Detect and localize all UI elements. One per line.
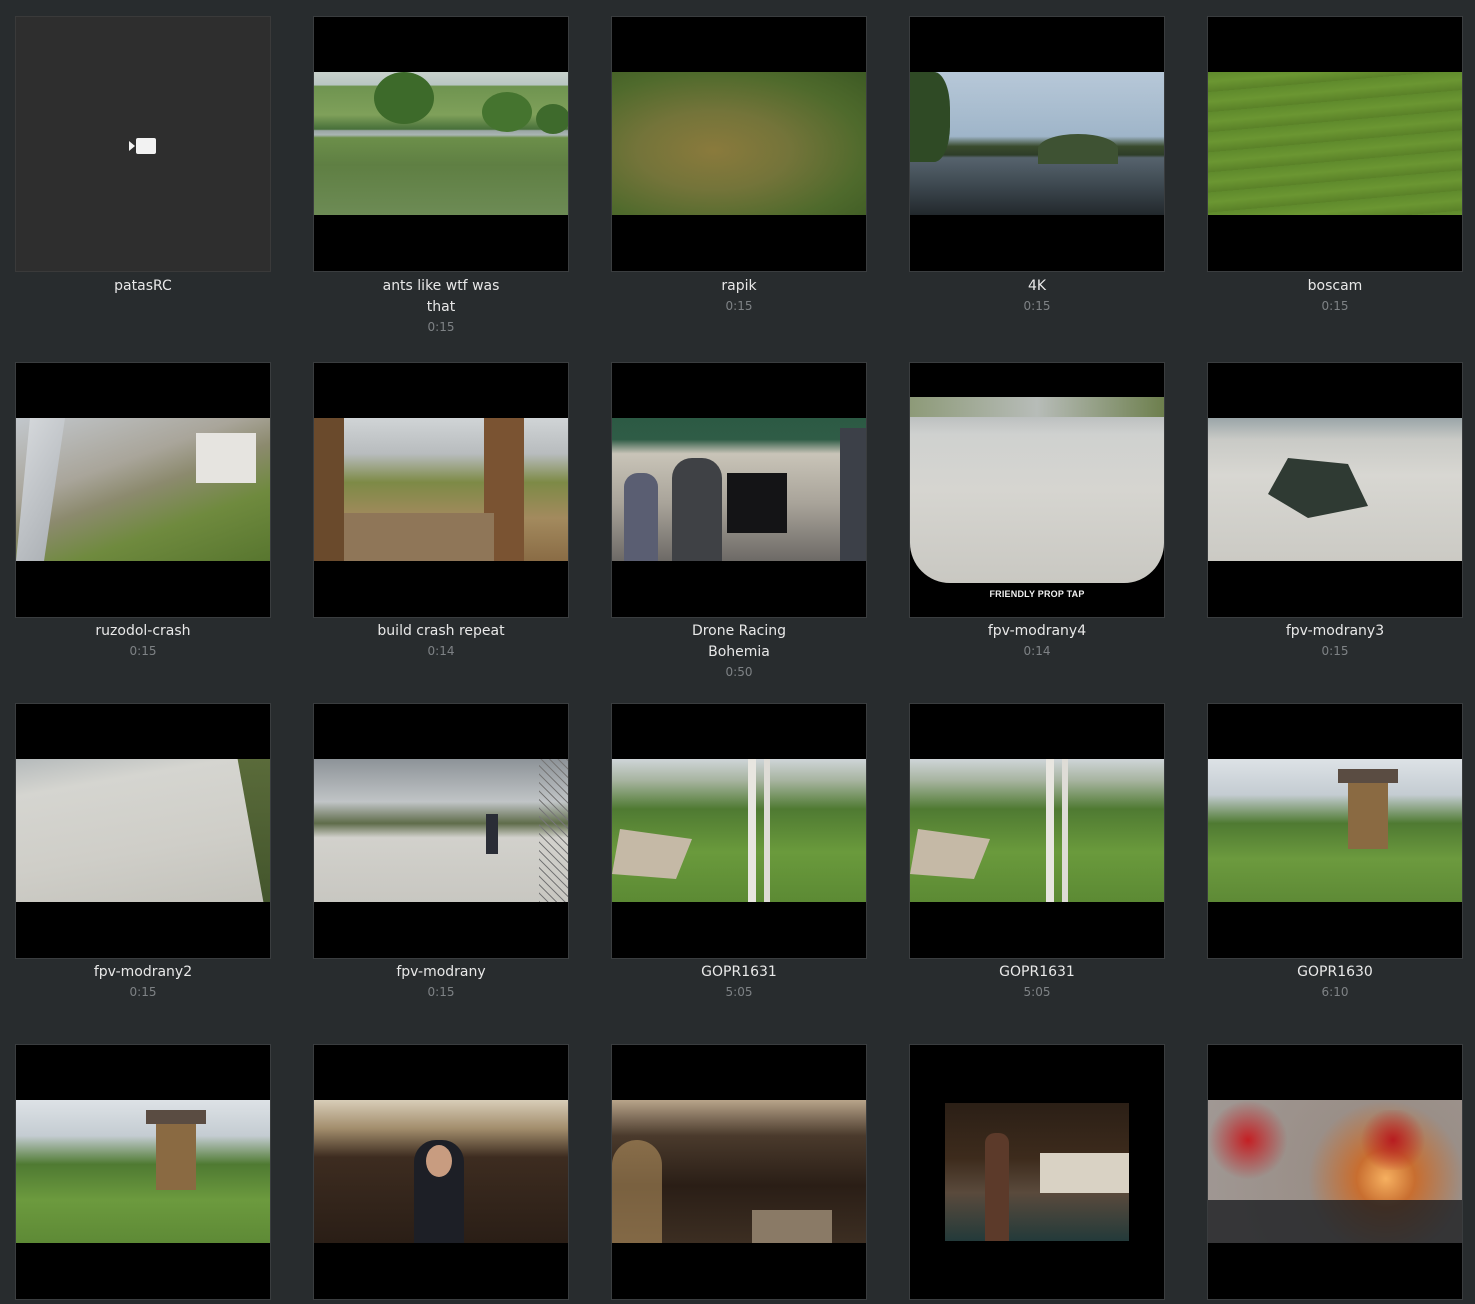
video-grid: patasRC ants like wtf was that 0:15 rapi… [0,0,1475,1304]
video-title: GOPR1631 [999,964,1075,980]
video-duration: 0:15 [1023,299,1051,313]
video-overlay-text: FRIENDLY PROP TAP [989,589,1085,599]
video-thumbnail-4k[interactable] [909,16,1165,272]
video-thumbnail-build-crash-repeat[interactable] [313,362,569,618]
video-title: build crash repeat [377,623,505,639]
video-title: boscam [1307,278,1363,294]
video-caption: fpv-modrany4 0:14 [909,621,1165,660]
video-caption: ants like wtf was that 0:15 [313,276,569,336]
video-frame-image [910,759,1164,902]
video-frame-image [16,418,270,561]
video-caption: GOPR1631 5:05 [909,962,1165,1001]
video-title: fpv-modrany4 [987,623,1087,639]
video-thumbnail-boscam[interactable] [1207,16,1463,272]
video-title: ants like wtf was that [382,278,500,315]
video-thumbnail-fpv-modrany2[interactable] [15,703,271,959]
video-duration: 0:15 [725,299,753,313]
video-duration: 6:10 [1321,985,1349,999]
video-caption: fpv-modrany3 0:15 [1207,621,1463,660]
video-thumbnail-fpv-modrany3[interactable] [1207,362,1463,618]
video-frame-image [1208,72,1462,215]
video-frame-image [612,759,866,902]
video-duration: 0:15 [1321,644,1349,658]
video-frame-image [314,72,568,215]
video-duration: 0:14 [427,644,455,658]
video-frame-image [16,1100,270,1243]
video-duration: 5:05 [725,985,753,999]
video-frame-image [612,72,866,215]
video-title: fpv-modrany3 [1285,623,1385,639]
video-thumbnail[interactable] [1207,1044,1463,1300]
video-caption: GOPR1630 6:10 [1207,962,1463,1001]
video-duration: 0:15 [129,644,157,658]
video-duration: 0:50 [725,665,753,679]
video-frame-image [314,1100,568,1243]
video-thumbnail[interactable] [15,1044,271,1300]
video-title: ruzodol-crash [95,623,191,639]
video-thumbnail[interactable] [611,1044,867,1300]
video-frame-image [16,759,270,902]
video-caption: rapik 0:15 [611,276,867,315]
video-title: fpv-modrany [396,964,486,980]
video-duration: 0:15 [129,985,157,999]
video-caption: fpv-modrany 0:15 [313,962,569,1001]
video-title: 4K [1027,278,1047,294]
video-caption: boscam 0:15 [1207,276,1463,315]
video-thumbnail-drone-racing-bohemia[interactable] [611,362,867,618]
video-thumbnail-fpv-modrany4[interactable]: FRIENDLY PROP TAP [909,362,1165,618]
video-thumbnail-gopr1631-b[interactable] [909,703,1165,959]
video-frame-image [910,72,1164,215]
video-title: Drone Racing Bohemia [691,623,787,660]
video-caption: 4K 0:15 [909,276,1165,315]
video-frame-image [314,418,568,561]
video-camera-icon [129,138,156,154]
video-thumbnail[interactable] [313,1044,569,1300]
video-duration: 5:05 [1023,985,1051,999]
video-frame-image [910,397,1164,583]
video-thumbnail-fpv-modrany[interactable] [313,703,569,959]
video-thumbnail-ants[interactable] [313,16,569,272]
video-caption: Drone Racing Bohemia 0:50 [611,621,867,681]
video-duration: 0:15 [1321,299,1349,313]
video-caption: fpv-modrany2 0:15 [15,962,271,1001]
video-duration: 0:15 [427,320,455,334]
video-thumbnail-gopr1631-a[interactable] [611,703,867,959]
video-caption: GOPR1631 5:05 [611,962,867,1001]
video-thumbnail[interactable] [909,1044,1165,1300]
video-frame-image [612,418,866,561]
video-thumbnail-rapik[interactable] [611,16,867,272]
video-frame-image [945,1103,1129,1241]
video-caption: build crash repeat 0:14 [313,621,569,660]
video-frame-image [314,759,568,902]
video-frame-image [1208,759,1462,902]
video-caption: ruzodol-crash 0:15 [15,621,271,660]
video-frame-image [1208,1100,1462,1243]
video-caption: patasRC [15,276,271,297]
video-title: fpv-modrany2 [93,964,193,980]
video-thumbnail-patasrc[interactable] [15,16,271,272]
video-frame-image [1208,418,1462,561]
video-title: patasRC [114,278,172,294]
video-title: rapik [721,278,757,294]
video-duration: 0:14 [1023,644,1051,658]
video-frame-image [612,1100,866,1243]
video-thumbnail-gopr1630[interactable] [1207,703,1463,959]
video-title: GOPR1631 [701,964,777,980]
video-thumbnail-ruzodol-crash[interactable] [15,362,271,618]
video-title: GOPR1630 [1297,964,1373,980]
video-duration: 0:15 [427,985,455,999]
